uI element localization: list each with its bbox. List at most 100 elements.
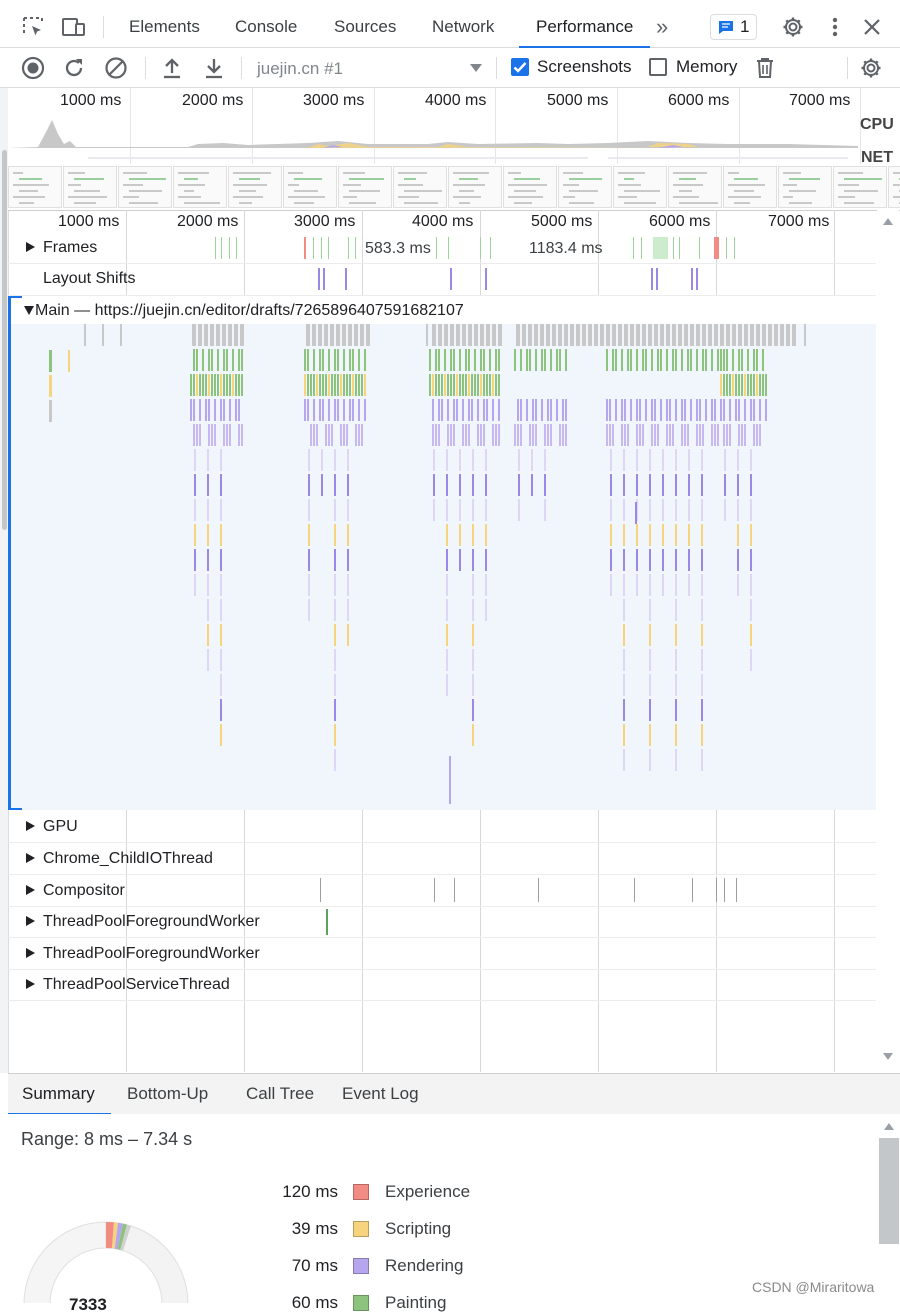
task-bar — [196, 374, 198, 396]
tab-bottom-up[interactable]: Bottom-Up — [127, 1074, 208, 1114]
task-bar — [636, 474, 638, 496]
task-bar — [438, 424, 440, 446]
tab-call-tree[interactable]: Call Tree — [246, 1074, 314, 1114]
expand-arrow-icon[interactable] — [26, 821, 35, 831]
task-bar — [313, 374, 315, 396]
task-bar — [220, 574, 222, 596]
compositor-task-bar — [736, 878, 737, 902]
expand-arrow-icon[interactable] — [26, 979, 35, 989]
close-icon[interactable] — [860, 14, 884, 40]
scroll-up-icon[interactable] — [884, 1123, 894, 1130]
frames-track[interactable]: Frames 583.3 ms 1183.4 ms — [8, 233, 876, 264]
task-bar — [328, 399, 330, 421]
left-scrollbar-thumb[interactable] — [2, 150, 7, 530]
capture-settings-gear-icon[interactable] — [858, 55, 884, 81]
thread-track-label: ThreadPoolForegroundWorker — [43, 913, 260, 930]
thumbnail-line — [514, 190, 536, 192]
overview-tick-label: 3000 ms — [303, 92, 365, 109]
issues-button[interactable]: 1 — [710, 14, 757, 40]
clear-icon[interactable] — [103, 55, 129, 81]
task-bar — [649, 649, 651, 671]
thumbnail-line — [123, 172, 147, 174]
layout-shift-bar — [323, 268, 325, 290]
profile-select[interactable]: juejin.cn #1 — [248, 52, 488, 84]
download-icon[interactable] — [201, 55, 227, 81]
timeline-scrollbar[interactable] — [877, 210, 899, 1072]
tab-event-log[interactable]: Event Log — [342, 1074, 419, 1114]
frame-bar — [321, 237, 322, 259]
trash-icon[interactable] — [753, 55, 777, 81]
memory-label[interactable]: Memory — [676, 57, 737, 77]
task-bar — [322, 399, 324, 421]
task-bar — [358, 399, 360, 421]
task-bar — [737, 549, 739, 571]
thread-track[interactable]: ThreadPoolForegroundWorker — [8, 938, 876, 970]
thread-track[interactable]: ThreadPoolForegroundWorker — [8, 907, 876, 938]
main-thread-track[interactable]: Main — https://juejin.cn/editor/drafts/7… — [8, 296, 876, 810]
task-bar — [319, 374, 321, 396]
collapse-arrow-icon[interactable] — [24, 306, 34, 315]
task-bar — [211, 424, 213, 446]
summary-scrollbar-thumb[interactable] — [879, 1138, 899, 1244]
more-options-icon[interactable] — [825, 14, 845, 40]
task-bar — [649, 474, 651, 496]
scroll-down-icon[interactable] — [883, 1053, 893, 1060]
reload-icon[interactable] — [61, 55, 87, 81]
frame-bar — [699, 237, 700, 259]
task-bar — [483, 424, 485, 446]
scroll-up-icon[interactable] — [883, 218, 893, 225]
thread-track[interactable]: Compositor — [8, 875, 876, 907]
legend-value: 70 ms — [291, 1256, 338, 1275]
tab-network[interactable]: Network — [432, 6, 494, 47]
tab-performance[interactable]: Performance — [518, 6, 651, 48]
expand-arrow-icon[interactable] — [26, 885, 35, 895]
task-bar — [623, 574, 625, 596]
layout-shift-bar — [696, 268, 698, 290]
net-activity-graph — [88, 157, 848, 159]
thumbnail-line — [239, 202, 252, 204]
layout-shifts-track[interactable]: Layout Shifts — [8, 264, 876, 296]
device-toolbar-icon[interactable] — [60, 14, 88, 40]
summary-scrollbar[interactable] — [878, 1114, 900, 1303]
task-bar — [214, 374, 216, 396]
thread-track[interactable]: ThreadPoolServiceThread — [8, 970, 876, 1001]
upload-icon[interactable] — [159, 55, 185, 81]
thumbnail-line — [404, 202, 438, 204]
inspect-element-icon[interactable] — [20, 14, 46, 40]
screenshots-checkbox[interactable] — [511, 58, 529, 76]
screenshot-filmstrip[interactable] — [8, 166, 900, 208]
thread-track[interactable]: Chrome_ChildIOThread — [8, 843, 876, 875]
task-bar — [750, 374, 752, 396]
task-bar — [544, 474, 546, 496]
task-bar — [636, 574, 638, 596]
tab-sources[interactable]: Sources — [334, 6, 396, 47]
task-bar — [220, 374, 222, 396]
expand-arrow-icon[interactable] — [26, 853, 35, 863]
frame-bar — [641, 237, 642, 259]
tab-console[interactable]: Console — [235, 6, 297, 47]
tab-elements[interactable]: Elements — [129, 6, 200, 47]
memory-checkbox[interactable] — [649, 58, 667, 76]
timeline-overview[interactable]: 1000 ms 2000 ms 3000 ms 4000 ms 5000 ms … — [8, 88, 900, 211]
task-bar — [498, 324, 502, 346]
settings-gear-icon[interactable] — [780, 14, 806, 40]
task-bar — [701, 449, 703, 471]
more-tabs-icon[interactable]: » — [656, 6, 668, 47]
expand-arrow-icon[interactable] — [26, 916, 35, 926]
screenshots-label[interactable]: Screenshots — [537, 57, 632, 77]
task-bar — [750, 399, 752, 421]
task-bar — [531, 449, 533, 471]
thumbnail-line — [563, 172, 583, 174]
tab-summary[interactable]: Summary — [8, 1074, 111, 1115]
expand-arrow-icon[interactable] — [26, 948, 35, 958]
task-bar — [662, 499, 664, 521]
task-bar — [438, 349, 440, 371]
legend-swatch — [353, 1221, 369, 1237]
task-bar — [318, 324, 322, 346]
task-bar — [547, 424, 549, 446]
thread-track[interactable]: GPU — [8, 811, 876, 843]
record-icon[interactable] — [20, 55, 46, 81]
thumbnail-line — [624, 190, 660, 192]
expand-arrow-icon[interactable] — [26, 242, 35, 252]
task-bar[interactable] — [326, 909, 328, 935]
